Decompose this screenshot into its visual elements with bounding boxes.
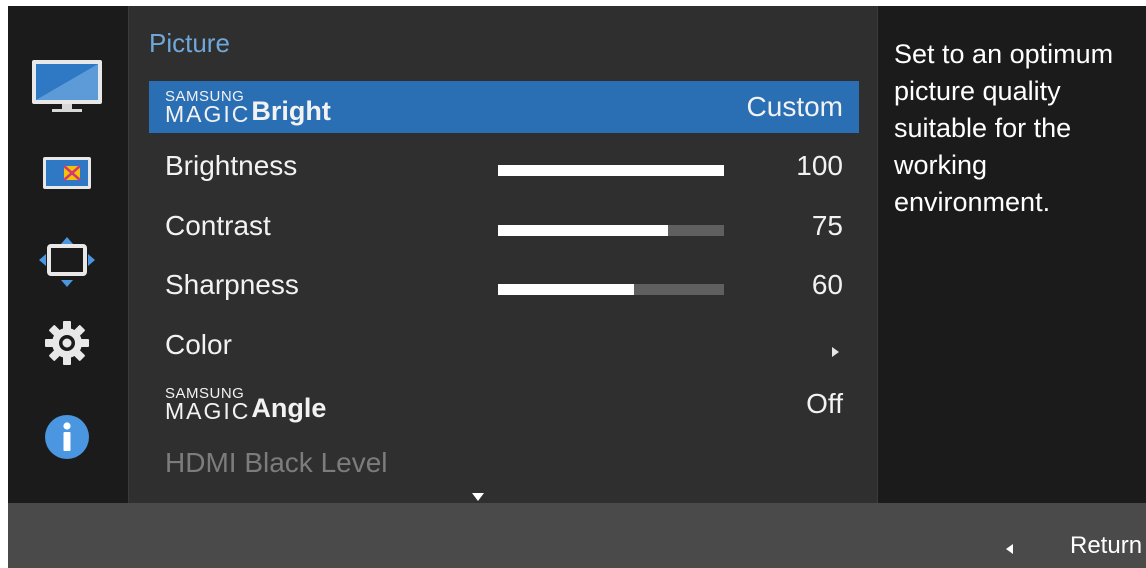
sharpness-value: 60 (811, 269, 843, 300)
contrast-slider[interactable] (498, 225, 724, 236)
magic-bright-label: SAMSUNG MAGIC Bright (165, 87, 331, 127)
brightness-slider-fill (498, 165, 724, 176)
settings-gear-icon[interactable] (8, 320, 126, 366)
picture-menu-panel: Picture SAMSUNG MAGIC Bright Custom Brig… (128, 6, 878, 512)
magic-angle-label: SAMSUNG MAGIC Angle (165, 384, 327, 424)
sharpness-slider[interactable] (498, 284, 724, 295)
position-size-icon[interactable] (8, 236, 126, 288)
magic-angle-value: Off (806, 388, 843, 419)
help-text: Set to an optimum picture quality suitab… (894, 39, 1114, 217)
arrow-right-icon (832, 347, 839, 357)
menu-item-contrast[interactable]: Contrast 75 (149, 200, 859, 252)
picture-monitor-icon[interactable] (8, 58, 126, 114)
menu-item-sharpness[interactable]: Sharpness 60 (149, 259, 859, 311)
samsung-magic-logo: SAMSUNG MAGIC (165, 87, 251, 127)
sharpness-slider-fill (498, 284, 634, 295)
contrast-label: Contrast (165, 210, 271, 241)
arrow-left-icon[interactable] (1006, 544, 1013, 554)
samsung-magic-logo: SAMSUNG MAGIC (165, 384, 251, 424)
menu-item-magic-angle[interactable]: SAMSUNG MAGIC Angle Off (149, 378, 859, 430)
menu-item-hdmi-black-level: HDMI Black Level (149, 437, 859, 489)
hdmi-black-level-label: HDMI Black Level (165, 447, 388, 478)
brightness-label: Brightness (165, 150, 298, 181)
category-rail (8, 6, 126, 503)
contrast-slider-fill (498, 225, 668, 236)
arrow-down-icon[interactable] (472, 493, 484, 501)
osd-window: Picture SAMSUNG MAGIC Bright Custom Brig… (8, 6, 1146, 568)
menu-title: Picture (149, 28, 230, 58)
onscreen-display-icon[interactable] (8, 156, 126, 190)
return-button[interactable]: Return (1070, 532, 1142, 560)
menu-item-brightness[interactable]: Brightness 100 (149, 140, 859, 192)
magic-bright-value: Custom (746, 91, 843, 122)
menu-item-color[interactable]: Color (149, 319, 859, 371)
sharpness-label: Sharpness (165, 269, 299, 300)
menu-item-magic-bright[interactable]: SAMSUNG MAGIC Bright Custom (149, 81, 859, 133)
information-icon[interactable] (8, 414, 126, 460)
color-label: Color (165, 329, 232, 360)
bottom-bar: Return (8, 503, 1146, 568)
contrast-value: 75 (811, 210, 843, 241)
brightness-value: 100 (796, 150, 843, 181)
brightness-slider[interactable] (498, 165, 724, 176)
